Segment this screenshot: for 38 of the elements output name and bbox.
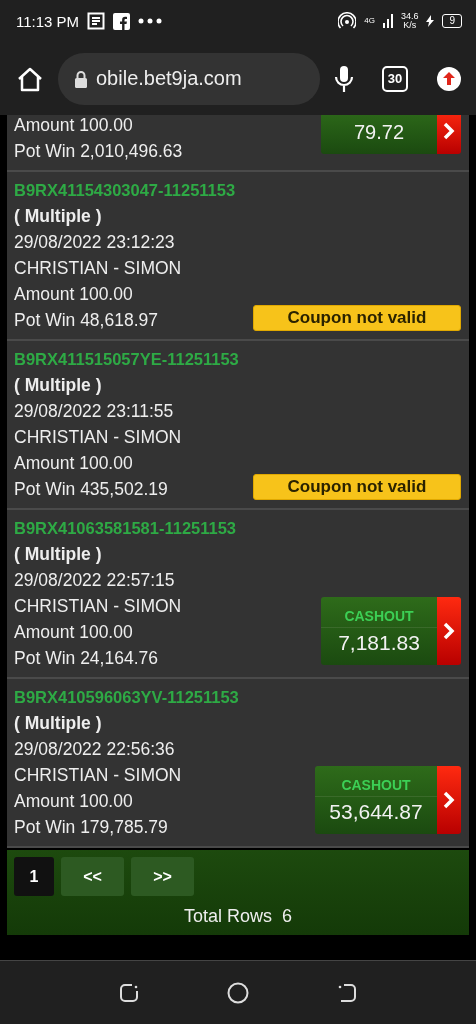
potential-win: Pot Win 48,618.97 [14, 309, 159, 332]
bet-type: ( Multiple ) [14, 374, 103, 397]
tab-count-button[interactable]: 30 [382, 65, 408, 92]
ticket-id[interactable]: B9RX41154303047-11251153 [14, 177, 236, 203]
page-button[interactable]: 1 [14, 857, 54, 896]
ticket-id[interactable]: B9RX411515057YE-11251153 [14, 346, 239, 372]
ticket-id[interactable]: B9RX410596063YV-11251153 [14, 684, 239, 710]
bet-date: 29/08/2022 23:11:55 [14, 400, 175, 423]
potential-win: Pot Win 2,010,496.63 [14, 140, 183, 163]
previous-page-button[interactable]: << [61, 857, 124, 896]
match-name: CHRISTIAN - SIMON [14, 764, 183, 787]
coupon-status-label: Coupon not valid [253, 474, 461, 500]
clock: 11:13 PM [16, 12, 80, 30]
bet-type: ( Multiple ) [14, 712, 103, 735]
match-name: CHRISTIAN - SIMON [14, 257, 183, 280]
match-name: CHRISTIAN - SIMON [14, 426, 183, 449]
address-bar[interactable]: obile.bet9ja.com [58, 52, 320, 105]
stake-amount: Amount 100.00 [14, 790, 134, 813]
network-speed: 34.6 K/s [400, 12, 419, 30]
bet-date: 29/08/2022 22:56:36 [14, 738, 176, 761]
potential-win: Pot Win 179,785.79 [14, 816, 169, 839]
bet-type: ( Multiple ) [14, 543, 103, 566]
battery-indicator: 9 [442, 14, 462, 28]
match-name: CHRISTIAN - SIMON [14, 595, 183, 618]
potential-win: Pot Win 24,164.76 [14, 647, 159, 670]
bet-type: ( Multiple ) [14, 205, 103, 228]
stake-amount: Amount 100.00 [14, 115, 134, 137]
stake-amount: Amount 100.00 [14, 283, 134, 306]
total-rows: Total Rows 6 [14, 906, 462, 927]
stake-amount: Amount 100.00 [14, 452, 134, 475]
next-page-button[interactable]: >> [131, 857, 194, 896]
network-label: 4G [364, 17, 375, 25]
stake-amount: Amount 100.00 [14, 621, 134, 644]
coupon-status-label: Coupon not valid [253, 305, 461, 331]
bet-date: 29/08/2022 22:57:15 [14, 569, 176, 592]
bet-date: 29/08/2022 23:12:23 [14, 231, 176, 254]
potential-win: Pot Win 435,502.19 [14, 478, 169, 501]
ticket-id[interactable]: B9RX41063581581-11251153 [14, 515, 237, 541]
